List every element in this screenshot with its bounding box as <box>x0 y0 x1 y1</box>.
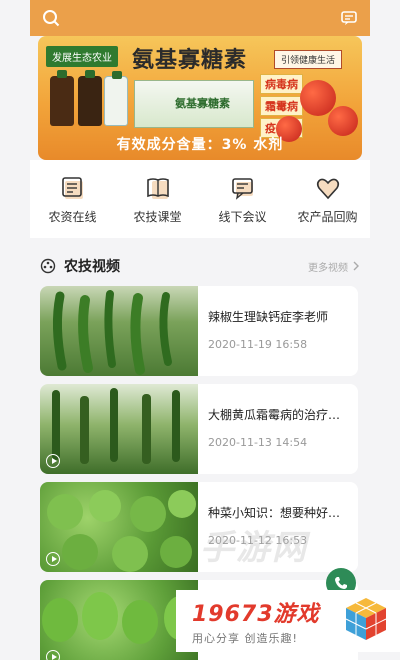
video-thumbnail <box>40 482 198 572</box>
nav-farm-supplies[interactable]: 农资在线 <box>30 160 115 238</box>
tomato-image <box>328 106 358 136</box>
video-date: 2020-11-13 14:54 <box>208 436 308 449</box>
nav-offline-meeting[interactable]: 线下会议 <box>200 160 285 238</box>
site-brand-text: 19673游戏 用心分享 创造乐趣! <box>192 596 320 646</box>
cube-logo-icon <box>345 598 387 640</box>
video-title: 辣椒生理缺钙症李老师 <box>208 310 329 324</box>
site-name: 19673游戏 <box>192 602 320 627</box>
farm-supplies-icon <box>61 176 83 199</box>
heart-icon <box>316 178 339 199</box>
video-card[interactable]: 大棚黄瓜霜霉病的治疗… 2020-11-13 14:54 <box>40 384 358 474</box>
disease-tag: 霜霉病 <box>260 96 303 116</box>
pepper-image <box>52 290 172 375</box>
search-icon[interactable] <box>40 7 62 29</box>
video-title: 大棚黄瓜霜霉病的治疗… <box>208 408 341 422</box>
message-icon[interactable] <box>338 7 360 29</box>
video-card[interactable]: 辣椒生理缺钙症李老师 2020-11-19 16:58 <box>40 286 358 376</box>
play-icon <box>46 552 60 566</box>
nav-label: 线下会议 <box>218 209 267 224</box>
book-icon <box>146 177 169 199</box>
product-bottle <box>50 70 74 126</box>
product-bottle <box>104 71 128 126</box>
section-title: 农技视频 <box>64 259 120 275</box>
banner-title: 氨基寡糖素 <box>132 48 248 73</box>
video-title: 种菜小知识：想要种好… <box>208 506 341 520</box>
product-bottle <box>78 70 102 126</box>
nav-label: 农产品回购 <box>297 209 358 224</box>
chevron-right-icon <box>353 261 359 271</box>
vegetable-image <box>47 490 196 572</box>
meeting-icon <box>231 177 253 200</box>
play-icon <box>46 650 60 660</box>
banner-right-tag: 引领健康生活 <box>274 50 343 69</box>
site-slogan: 用心分享 创造乐趣! <box>192 632 298 645</box>
banner-left-tag: 发展生态农业 <box>46 46 118 67</box>
video-thumbnail <box>40 580 198 660</box>
videos-section-header: 农技视频 更多视频 <box>40 256 360 276</box>
nav-label: 农技课堂 <box>133 209 182 224</box>
nav-tech-class[interactable]: 农技课堂 <box>115 160 200 238</box>
phone-icon <box>335 577 347 589</box>
promo-banner[interactable]: 发展生态农业 氨基寡糖素 引领健康生活 氨基寡糖素 病毒病 霜霉病 疫病 有效成… <box>38 36 362 160</box>
film-icon <box>40 258 56 274</box>
watermark: 手游网 <box>200 528 308 568</box>
nav-label: 农资在线 <box>48 209 97 224</box>
banner-bottom-text: 有效成分含量：3% 水剂 <box>116 137 284 153</box>
play-icon <box>46 454 60 468</box>
site-brand-bar[interactable]: 19673游戏 用心分享 创造乐趣! <box>176 590 400 652</box>
video-thumbnail <box>40 286 198 376</box>
video-date: 2020-11-19 16:58 <box>208 338 308 351</box>
more-videos-label: 更多视频 <box>308 262 348 274</box>
disease-tag: 病毒病 <box>260 74 303 94</box>
cucumber-image <box>52 388 180 464</box>
top-bar <box>30 0 370 36</box>
product-box: 氨基寡糖素 <box>134 80 254 128</box>
nav-buyback[interactable]: 农产品回购 <box>285 160 370 238</box>
lettuce-image <box>42 592 196 644</box>
video-thumbnail <box>40 384 198 474</box>
more-videos-link[interactable]: 更多视频 <box>308 259 360 274</box>
quick-nav: 农资在线 农技课堂 线下会议 农产品回购 <box>30 160 370 238</box>
